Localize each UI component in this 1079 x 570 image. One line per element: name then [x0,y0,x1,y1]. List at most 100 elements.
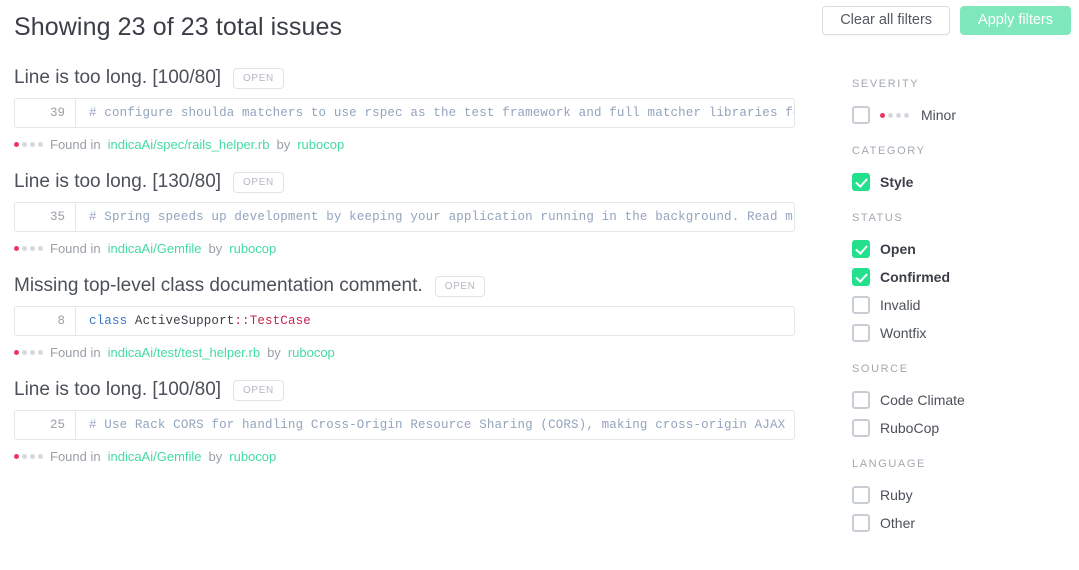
issue-meta: Found in indicaAi/Gemfile by rubocop [14,449,816,464]
filter-option-open[interactable]: Open [852,235,1079,263]
checkbox-checked-icon[interactable] [852,268,870,286]
checkbox-icon[interactable] [852,419,870,437]
apply-filters-button[interactable]: Apply filters [960,6,1071,35]
found-in-label: Found in [50,137,101,152]
code-token-keyword: class [89,314,128,328]
filter-option-code-climate[interactable]: Code Climate [852,386,1079,414]
code-line-content: # Use Rack CORS for handling Cross-Origi… [76,411,794,439]
checkbox-checked-icon[interactable] [852,173,870,191]
issue-list: Line is too long. [100/80] OPEN 39 # config… [0,58,830,570]
issue-engine-link[interactable]: rubocop [229,241,276,256]
filter-option-label: Wontfix [880,325,927,341]
checkbox-icon[interactable] [852,514,870,532]
filter-option-label: Ruby [880,487,913,503]
severity-dot [30,350,35,355]
checkbox-icon[interactable] [852,296,870,314]
issue-header: Missing top-level class documentation co… [14,266,816,306]
checkbox-checked-icon[interactable] [852,240,870,258]
checkbox-icon[interactable] [852,391,870,409]
code-snippet[interactable]: 8 class ActiveSupport::TestCase [14,306,795,336]
severity-dot [38,350,43,355]
issue-item: Missing top-level class documentation co… [0,266,830,360]
code-line-content: class ActiveSupport::TestCase [76,307,794,335]
issue-title[interactable]: Line is too long. [100/80] [14,379,221,401]
page-header: Showing 23 of 23 total issues Clear all … [0,0,1079,58]
severity-dot [38,246,43,251]
issue-title[interactable]: Line is too long. [130/80] [14,171,221,193]
code-snippet[interactable]: 35 # Spring speeds up development by keep… [14,202,795,232]
filter-option-label: Style [880,174,914,190]
code-token-comment: # Use Rack CORS for handling Cross-Origi… [89,418,794,432]
code-snippet[interactable]: 25 # Use Rack CORS for handling Cross-Ori… [14,410,795,440]
header-actions: Clear all filters Apply filters [822,6,1071,35]
filter-group-language: LANGUAGE Ruby Other [852,458,1079,537]
severity-dot [880,112,885,118]
severity-dot [22,350,27,355]
clear-all-filters-button[interactable]: Clear all filters [822,6,951,35]
issue-title[interactable]: Missing top-level class documentation co… [14,275,423,297]
issue-engine-link[interactable]: rubocop [297,137,344,152]
severity-dot [30,246,35,251]
severity-dot [14,246,19,251]
severity-dot [888,112,893,118]
checkbox-icon[interactable] [852,106,870,124]
page-title: Showing 23 of 23 total issues [14,13,343,41]
filter-option-style[interactable]: Style [852,168,1079,196]
severity-dot [22,246,27,251]
filter-option-rubocop[interactable]: RuboCop [852,414,1079,442]
checkbox-icon[interactable] [852,486,870,504]
issue-title[interactable]: Line is too long. [100/80] [14,67,221,89]
filter-option-minor[interactable]: Minor [852,101,1079,129]
by-label: by [276,137,291,152]
by-label: by [267,345,281,360]
filter-group-status: STATUS Open Confirmed Invalid Wontfix [852,212,1079,347]
code-line-content: # configure shoulda matchers to use rspe… [76,99,794,127]
severity-dots-icon [880,112,909,118]
filter-option-label: Open [880,241,916,257]
issue-header: Line is too long. [100/80] OPEN [14,370,816,410]
issue-file-link[interactable]: indicaAi/Gemfile [108,241,202,256]
code-line-number: 25 [15,411,76,439]
issue-header: Line is too long. [100/80] OPEN [14,58,816,98]
filter-option-label: Confirmed [880,269,950,285]
issue-file-link[interactable]: indicaAi/test/test_helper.rb [108,345,260,360]
severity-dot [38,454,43,459]
code-line-number: 39 [15,99,76,127]
filter-option-ruby[interactable]: Ruby [852,481,1079,509]
filter-option-label: Code Climate [880,392,965,408]
issue-meta: Found in indicaAi/Gemfile by rubocop [14,241,816,256]
severity-dot [896,112,901,118]
code-snippet[interactable]: 39 # configure shoulda matchers to use rs… [14,98,795,128]
checkbox-icon[interactable] [852,324,870,342]
issue-file-link[interactable]: indicaAi/spec/rails_helper.rb [108,137,270,152]
issues-page: Showing 23 of 23 total issues Clear all … [0,0,1079,570]
filter-option-label: RuboCop [880,420,940,436]
severity-dot [30,142,35,147]
severity-dot [14,350,19,355]
filter-option-label: Invalid [880,297,921,313]
found-in-label: Found in [50,241,101,256]
filter-option-other[interactable]: Other [852,509,1079,537]
issue-file-link[interactable]: indicaAi/Gemfile [108,449,202,464]
filter-option-invalid[interactable]: Invalid [852,291,1079,319]
found-in-label: Found in [50,449,101,464]
issue-engine-link[interactable]: rubocop [288,345,335,360]
severity-dot [38,142,43,147]
filter-option-wontfix[interactable]: Wontfix [852,319,1079,347]
issue-engine-link[interactable]: rubocop [229,449,276,464]
by-label: by [208,449,223,464]
issue-meta: Found in indicaAi/test/test_helper.rb by ru… [14,345,816,360]
severity-dot [904,112,909,118]
filter-group-category: CATEGORY Style [852,145,1079,196]
filter-group-title: SEVERITY [852,78,920,90]
issue-header: Line is too long. [130/80] OPEN [14,162,816,202]
filter-sidebar: SEVERITY Minor CATEGORY Style STATUS Open Conf… [852,78,1079,553]
filter-group-title: STATUS [852,212,904,224]
code-line-number: 8 [15,307,76,335]
filter-group-severity: SEVERITY Minor [852,78,1079,129]
severity-dot [14,142,19,147]
found-in-label: Found in [50,345,101,360]
code-token-constant: ::TestCase [234,314,311,328]
code-line-content: # Spring speeds up development by keepin… [76,203,794,231]
filter-option-confirmed[interactable]: Confirmed [852,263,1079,291]
